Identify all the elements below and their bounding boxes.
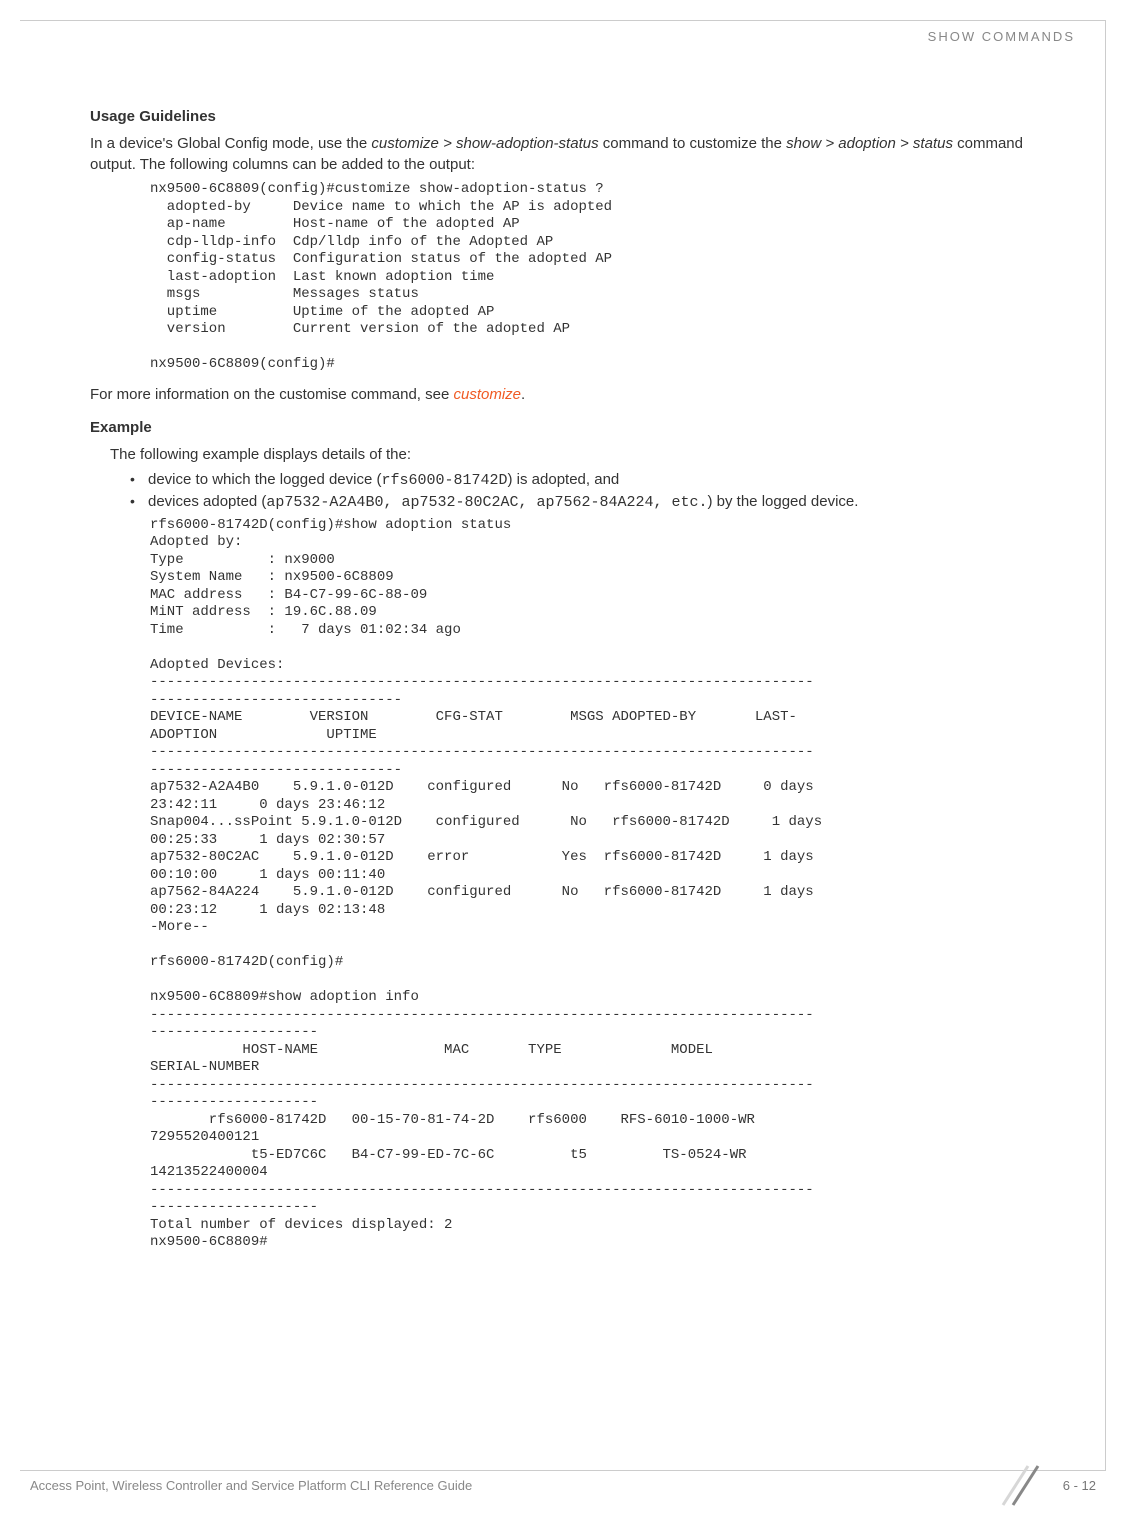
bullet-1-text: device to which the logged device (rfs60…	[148, 471, 619, 489]
header-section-title: SHOW COMMANDS	[20, 21, 1105, 44]
ug-footer-text-1: For more information on the customise co…	[90, 386, 454, 403]
bullet-2-text: devices adopted (ap7532-A2A4B0, ap7532-8…	[148, 493, 858, 511]
list-item: • devices adopted (ap7532-A2A4B0, ap7532…	[130, 493, 1070, 511]
bullet-marker: •	[130, 493, 148, 509]
intro-text-2: command to customize the	[599, 135, 787, 152]
usage-guidelines-intro: In a device's Global Config mode, use th…	[90, 133, 1070, 175]
example-bullet-list: • device to which the logged device (rfs…	[130, 471, 1070, 511]
page-number: 6 - 12	[1063, 1478, 1096, 1493]
bullet2-p2: ) by the logged device.	[708, 493, 859, 510]
bullet2-code: ap7532-A2A4B0, ap7532-80C2AC, ap7562-84A…	[266, 494, 707, 511]
bullet-marker: •	[130, 471, 148, 487]
usage-guidelines-heading: Usage Guidelines	[90, 108, 1070, 125]
bullet1-code: rfs6000-81742D	[381, 472, 507, 489]
usage-guidelines-footer: For more information on the customise co…	[90, 384, 1070, 405]
page-content: Usage Guidelines In a device's Global Co…	[20, 44, 1105, 1282]
page-border: SHOW COMMANDS Usage Guidelines In a devi…	[20, 20, 1106, 1471]
intro-text-1: In a device's Global Config mode, use th…	[90, 135, 371, 152]
list-item: • device to which the logged device (rfs…	[130, 471, 1070, 489]
intro-italic-2: show > adoption > status	[786, 135, 953, 152]
bullet2-p1: devices adopted (	[148, 493, 266, 510]
footer-right: 6 - 12	[988, 1463, 1096, 1508]
footer-guide-title: Access Point, Wireless Controller and Se…	[30, 1478, 472, 1493]
ug-footer-text-2: .	[521, 386, 525, 403]
example-heading: Example	[90, 419, 1070, 436]
brand-logo-icon	[988, 1463, 1048, 1508]
usage-guidelines-code: nx9500-6C8809(config)#customize show-ado…	[150, 181, 1070, 374]
example-intro: The following example displays details o…	[110, 444, 1070, 465]
example-code: rfs6000-81742D(config)#show adoption sta…	[150, 517, 1070, 1252]
page-footer: Access Point, Wireless Controller and Se…	[20, 1463, 1106, 1508]
intro-italic-1: customize > show-adoption-status	[371, 135, 598, 152]
customize-link[interactable]: customize	[454, 386, 522, 403]
bullet1-p1: device to which the logged device (	[148, 471, 381, 488]
bullet1-p2: ) is adopted, and	[508, 471, 620, 488]
